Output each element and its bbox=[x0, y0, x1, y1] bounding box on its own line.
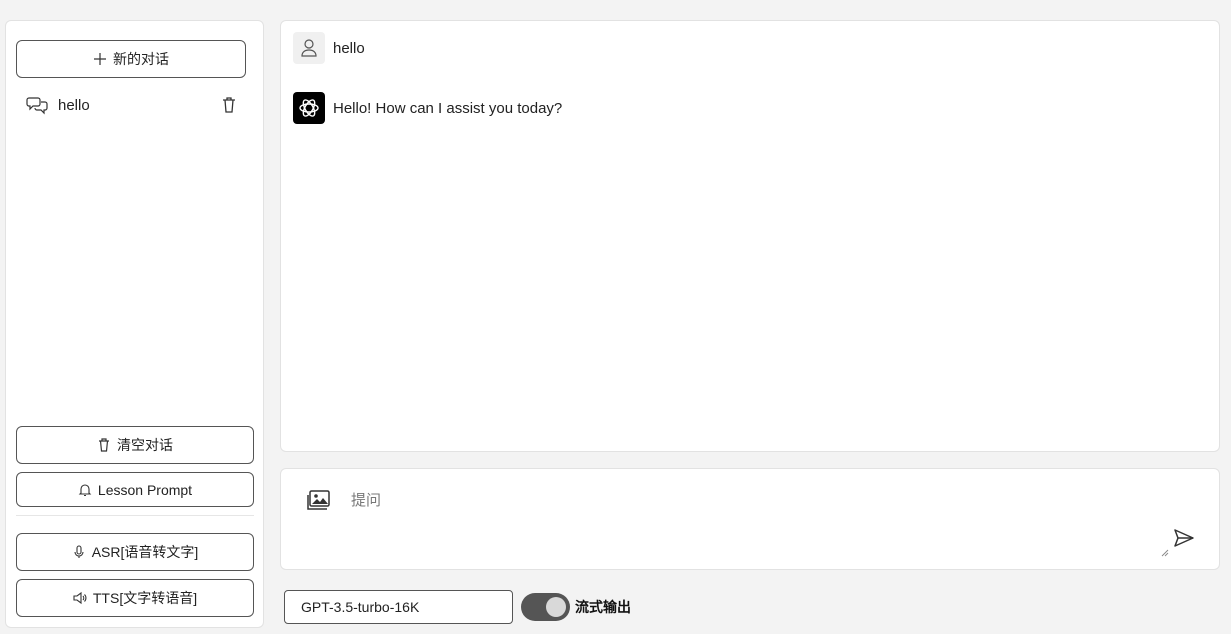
resize-handle-icon[interactable] bbox=[1161, 549, 1169, 557]
model-value: GPT-3.5-turbo-16K bbox=[301, 599, 420, 615]
bell-icon bbox=[78, 483, 92, 496]
sidebar: 新的对话 hello 清空对话 Lesson Prompt ASR[语音转文字]… bbox=[5, 20, 264, 628]
send-icon[interactable] bbox=[1173, 527, 1195, 549]
prompt-input-area bbox=[280, 468, 1220, 570]
trash-icon bbox=[99, 438, 109, 452]
assistant-message-text: Hello! How can I assist you today? bbox=[333, 99, 563, 117]
microphone-icon bbox=[74, 545, 84, 558]
lesson-label: Lesson Prompt bbox=[97, 481, 193, 498]
sidebar-divider bbox=[16, 515, 254, 516]
assistant-message: Hello! How can I assist you today? bbox=[293, 92, 562, 124]
user-avatar bbox=[293, 32, 325, 64]
prompt-input[interactable] bbox=[351, 489, 1131, 549]
tts-button[interactable]: TTS[文字转语音] bbox=[16, 579, 254, 617]
toggle-knob bbox=[546, 597, 566, 617]
stream-toggle[interactable] bbox=[521, 593, 570, 621]
clear-conversations-button[interactable]: 清空对话 bbox=[16, 426, 254, 464]
lesson-prompt-button[interactable]: Lesson Prompt bbox=[16, 472, 254, 507]
new-chat-button[interactable]: 新的对话 bbox=[16, 40, 246, 78]
plus-icon bbox=[94, 53, 106, 65]
conversation-title: hello bbox=[58, 96, 90, 114]
asr-label: ASR[语音转文字] bbox=[91, 544, 199, 560]
conversation-item[interactable]: hello bbox=[16, 89, 246, 121]
stream-toggle-label: 流式输出 bbox=[575, 599, 631, 615]
chat-panel: hello Hello! How can I assist you today? bbox=[280, 20, 1220, 452]
assistant-avatar bbox=[293, 92, 325, 124]
user-message-text: hello bbox=[333, 39, 365, 57]
chat-bubbles-icon bbox=[26, 97, 48, 115]
tts-label: TTS[文字转语音] bbox=[92, 590, 198, 606]
asr-button[interactable]: ASR[语音转文字] bbox=[16, 533, 254, 571]
speaker-icon bbox=[73, 591, 87, 605]
user-message: hello bbox=[293, 32, 365, 64]
trash-icon[interactable] bbox=[220, 96, 238, 114]
image-upload-icon[interactable] bbox=[307, 489, 331, 511]
model-selector[interactable]: GPT-3.5-turbo-16K bbox=[284, 590, 513, 624]
new-chat-label: 新的对话 bbox=[113, 51, 169, 67]
user-icon bbox=[301, 39, 317, 57]
openai-logo-icon bbox=[299, 99, 319, 117]
clear-label: 清空对话 bbox=[117, 437, 173, 453]
